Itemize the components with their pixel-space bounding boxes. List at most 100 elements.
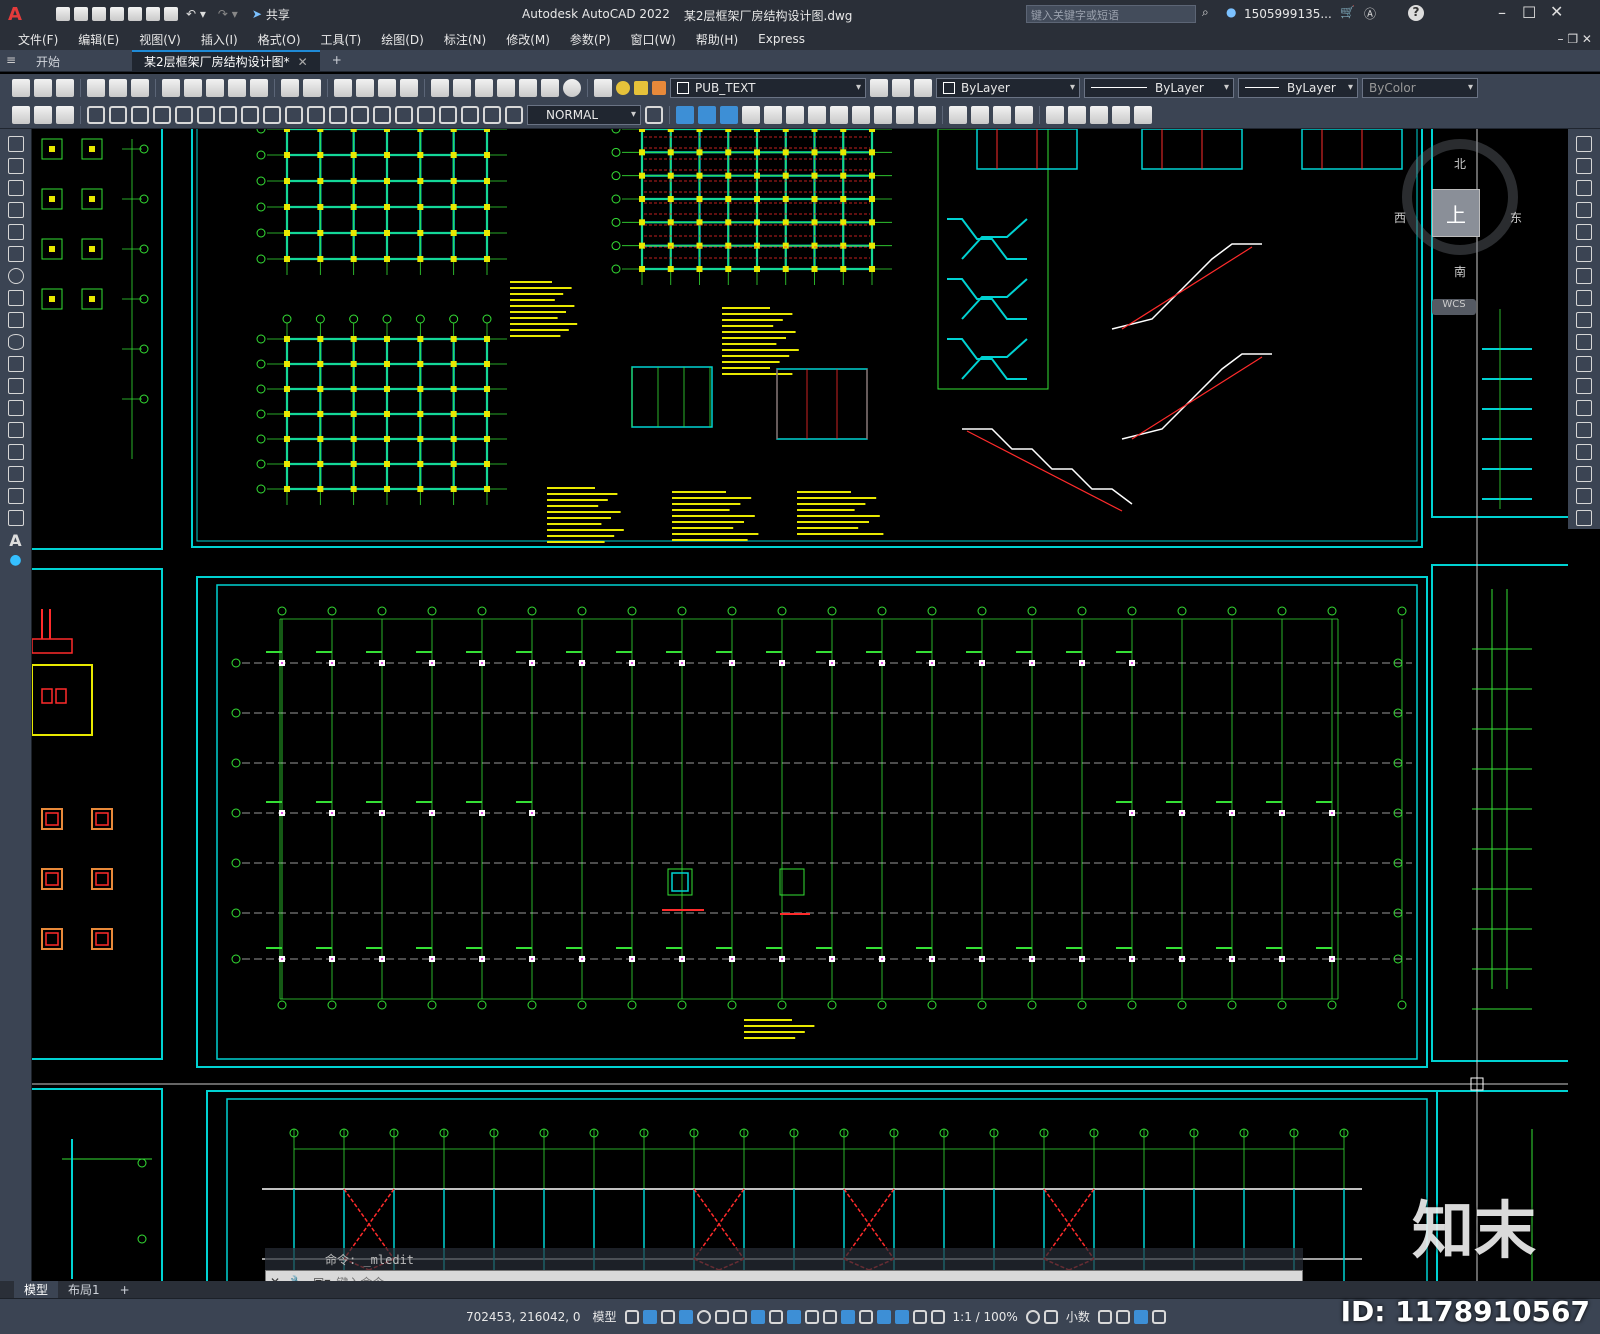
jogged-dim-icon[interactable] xyxy=(197,105,215,124)
dim-break-icon[interactable] xyxy=(351,105,369,124)
lights-icon[interactable] xyxy=(1068,105,1086,124)
save-icon[interactable] xyxy=(56,78,74,97)
tab-drawing[interactable]: 某2层框架厂房结构设计图* ✕ xyxy=(132,50,320,71)
open-icon[interactable] xyxy=(34,78,52,97)
object-snap-tracking-icon[interactable] xyxy=(732,1309,747,1324)
user-name[interactable]: 1505999135... xyxy=(1244,7,1332,21)
drawing-canvas[interactable]: 北 南 西 东 上 WCS xyxy=(32,129,1568,1281)
viewcube-west[interactable]: 西 xyxy=(1394,209,1406,226)
isodraft-icon[interactable] xyxy=(714,1309,729,1324)
calculator-icon[interactable] xyxy=(541,78,559,97)
undo-icon[interactable] xyxy=(281,78,299,97)
customization-icon[interactable] xyxy=(1151,1309,1166,1324)
dim-space-icon[interactable] xyxy=(329,105,347,124)
match-properties-icon[interactable] xyxy=(228,78,246,97)
paste-icon[interactable] xyxy=(206,78,224,97)
layer-state-icon[interactable] xyxy=(914,78,932,97)
ucs-3point-icon[interactable] xyxy=(852,105,870,124)
baseline-dim-icon[interactable] xyxy=(285,105,303,124)
menu-edit[interactable]: 编辑(E) xyxy=(68,31,129,48)
tab-add-layout[interactable]: + xyxy=(110,1283,140,1297)
object-snap-icon[interactable] xyxy=(750,1309,765,1324)
drawing-svg[interactable] xyxy=(32,129,1568,1281)
materials-icon[interactable] xyxy=(1090,105,1108,124)
ortho-icon[interactable] xyxy=(678,1309,693,1324)
coordinates-readout[interactable]: 702453, 216042, 0 xyxy=(466,1310,581,1324)
help-icon[interactable] xyxy=(563,78,581,97)
make-block-icon[interactable] xyxy=(7,400,24,416)
preview-icon[interactable] xyxy=(109,78,127,97)
model-space-button[interactable]: 模型 xyxy=(593,1308,617,1325)
workspace-switch-icon[interactable] xyxy=(1025,1309,1040,1324)
fillet-icon[interactable] xyxy=(1576,466,1592,482)
dimstyle-dropdown[interactable]: NORMAL xyxy=(527,104,641,125)
isolate-objects-icon[interactable] xyxy=(1115,1309,1130,1324)
zoom-window-icon[interactable] xyxy=(378,78,396,97)
erase-icon[interactable] xyxy=(1576,136,1592,152)
properties-icon[interactable] xyxy=(431,78,449,97)
dim-text-edit-icon[interactable] xyxy=(483,105,501,124)
polyline-icon[interactable] xyxy=(7,180,24,196)
save-icon[interactable] xyxy=(92,7,106,21)
blend-icon[interactable] xyxy=(1576,488,1592,504)
help-icon[interactable]: ? xyxy=(1408,5,1424,21)
viewcube-east[interactable]: 东 xyxy=(1510,209,1522,226)
3d-osnap-icon[interactable] xyxy=(822,1309,837,1324)
chamfer-icon[interactable] xyxy=(1576,444,1592,460)
angular-dim-icon[interactable] xyxy=(241,105,259,124)
autocad-logo[interactable]: A xyxy=(8,4,32,25)
grid-icon[interactable] xyxy=(624,1309,639,1324)
wcs-menu[interactable]: WCS xyxy=(1432,299,1476,315)
hatch-icon[interactable] xyxy=(7,444,24,460)
publish-icon[interactable] xyxy=(131,78,149,97)
tab-close-icon[interactable]: ✕ xyxy=(298,55,308,69)
color-dropdown[interactable]: ByLayer xyxy=(936,77,1080,98)
modeling-extrude-icon[interactable] xyxy=(698,105,716,124)
redo-icon[interactable] xyxy=(303,78,321,97)
realistic-icon[interactable] xyxy=(993,105,1011,124)
polar-icon[interactable] xyxy=(696,1309,711,1324)
menu-draw[interactable]: 绘图(D) xyxy=(371,31,434,48)
gizmo-icon[interactable] xyxy=(876,1309,891,1324)
make-current-layer-icon[interactable] xyxy=(870,78,888,97)
diameter-dim-icon[interactable] xyxy=(219,105,237,124)
extend-icon[interactable] xyxy=(1576,356,1592,372)
qnew-icon[interactable] xyxy=(12,78,30,97)
plot-icon[interactable] xyxy=(164,7,178,21)
ucs-world-icon[interactable] xyxy=(764,105,782,124)
layer-properties-icon[interactable] xyxy=(594,78,612,97)
viewcube-south[interactable]: 南 xyxy=(1454,263,1466,280)
quick-dim-icon[interactable] xyxy=(263,105,281,124)
a360-icon[interactable]: Ⓐ xyxy=(1364,5,1376,22)
workspace-icon[interactable] xyxy=(12,105,30,124)
ucs-y-icon[interactable] xyxy=(896,105,914,124)
tool-palettes-icon[interactable] xyxy=(475,78,493,97)
undo-icon[interactable]: ↶ ▾ xyxy=(186,7,206,21)
annotation-scale-value[interactable]: 1:1 / 100% xyxy=(953,1310,1018,1324)
plotstyle-dropdown[interactable]: ByColor xyxy=(1362,77,1478,98)
save-web-icon[interactable] xyxy=(146,7,160,21)
ucs-origin-icon[interactable] xyxy=(742,105,760,124)
layer-lock-icon[interactable] xyxy=(652,80,666,95)
ellipse-arc-icon[interactable] xyxy=(7,356,24,372)
viewcube-top-face[interactable]: 上 xyxy=(1432,189,1480,237)
doc-window-controls[interactable]: – ❐ ✕ xyxy=(1558,32,1592,46)
break-icon[interactable] xyxy=(1576,400,1592,416)
dimstyle-manager-icon[interactable] xyxy=(645,105,663,124)
zoom-realtime-icon[interactable] xyxy=(356,78,374,97)
menu-modify[interactable]: 修改(M) xyxy=(496,31,560,48)
menu-file[interactable]: 文件(F) xyxy=(8,31,68,48)
circle-icon[interactable] xyxy=(7,268,24,284)
open-icon[interactable] xyxy=(74,7,88,21)
scale-icon[interactable] xyxy=(1576,290,1592,306)
tab-add-button[interactable]: + xyxy=(320,50,354,71)
menu-dropdown-icon[interactable]: ≡ xyxy=(6,53,16,67)
share-icon[interactable]: ➤ xyxy=(252,7,262,21)
tolerance-icon[interactable] xyxy=(373,105,391,124)
ordinate-dim-icon[interactable] xyxy=(153,105,171,124)
ellipse-icon[interactable] xyxy=(7,334,24,350)
array-icon[interactable] xyxy=(1576,224,1592,240)
menu-help[interactable]: 帮助(H) xyxy=(686,31,748,48)
ucs-object-icon[interactable] xyxy=(786,105,804,124)
inspect-icon[interactable] xyxy=(417,105,435,124)
